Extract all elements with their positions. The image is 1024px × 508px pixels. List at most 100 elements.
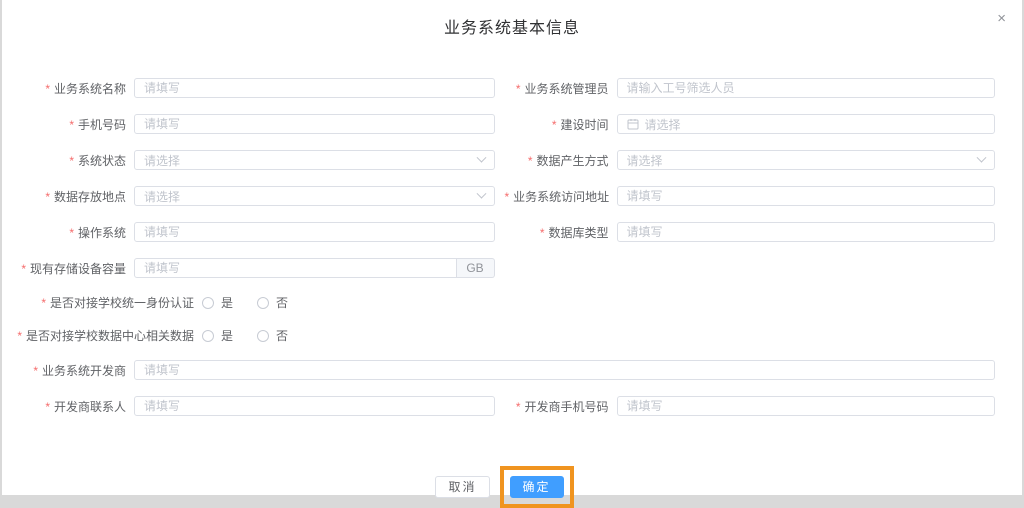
required-marker: *: [540, 226, 545, 240]
field-label: *数据产生方式: [505, 152, 617, 169]
field-label: * 手机号码: [14, 116, 134, 133]
field-label-text: 操作系统: [78, 226, 126, 240]
storage-capacity-input[interactable]: [134, 258, 457, 278]
field-label: *业务系统访问地址: [505, 188, 617, 205]
required-marker: *: [45, 82, 50, 96]
data-location-select[interactable]: 请选择: [134, 186, 495, 206]
unit-addon: GB: [457, 258, 495, 278]
field-label: * 数据存放地点: [14, 188, 134, 205]
field-label-text: 开发商手机号码: [524, 400, 608, 414]
radio-circle-icon: [257, 330, 269, 342]
field-developer-mobile: *开发商手机号码: [505, 396, 996, 416]
required-marker: *: [69, 226, 74, 240]
select-placeholder: 请选择: [144, 152, 180, 169]
developer-contact-input[interactable]: [134, 396, 495, 416]
required-marker: *: [516, 400, 521, 414]
field-label-text: 手机号码: [78, 118, 126, 132]
field-label-text: 现有存储设备容量: [30, 262, 126, 276]
required-marker: *: [528, 154, 533, 168]
mobile-input[interactable]: [134, 114, 495, 134]
field-label: *开发商手机号码: [505, 398, 617, 415]
data-center-no-radio[interactable]: 否: [257, 327, 288, 344]
form-row: *业务系统名称 *业务系统管理员: [14, 78, 995, 98]
field-label-text: 数据产生方式: [536, 154, 608, 168]
dialog-form: *业务系统名称 *业务系统管理员 *手机号码 *建设时间 请选择: [2, 46, 1022, 508]
field-storage-capacity: * 现有存储设备容量 GB: [14, 258, 505, 278]
system-status-select[interactable]: 请选择: [134, 150, 495, 170]
field-label-text: 业务系统开发商: [42, 364, 126, 378]
annotation-highlight-box: 确定: [500, 466, 574, 508]
form-row: *操作系统 *数据库类型: [14, 222, 995, 242]
field-label: *建设时间: [505, 116, 617, 133]
select-placeholder: 请选择: [144, 188, 180, 205]
required-marker: *: [552, 118, 557, 132]
field-label: *是否对接学校数据中心相关数据: [14, 327, 202, 344]
field-label: *开发商联系人: [14, 398, 134, 415]
developer-mobile-input[interactable]: [617, 396, 996, 416]
required-marker: *: [516, 82, 521, 96]
field-label-text: 业务系统访问地址: [513, 190, 609, 204]
form-row: *是否对接学校数据中心相关数据 是 否: [14, 327, 995, 344]
form-row: * 业务系统开发商: [14, 360, 995, 380]
system-name-input[interactable]: [134, 78, 495, 98]
access-address-input[interactable]: [617, 186, 996, 206]
storage-capacity-group: GB: [134, 258, 495, 278]
system-admin-input[interactable]: [617, 78, 996, 98]
required-marker: *: [21, 262, 26, 276]
chevron-down-icon: [476, 152, 486, 162]
field-label-text: 是否对接学校数据中心相关数据: [26, 329, 194, 343]
data-center-yes-radio[interactable]: 是: [202, 327, 233, 344]
field-label: *数据库类型: [505, 224, 617, 241]
required-marker: *: [33, 364, 38, 378]
form-row: *开发商联系人 *开发商手机号码: [14, 396, 995, 416]
chevron-down-icon: [476, 188, 486, 198]
form-row: * 数据存放地点 请选择 *业务系统访问地址: [14, 186, 995, 206]
required-marker: *: [45, 190, 50, 204]
form-row: * 是否对接学校统一身份认证 是 否: [14, 294, 995, 311]
field-label: * 业务系统名称: [14, 80, 134, 97]
dialog-header: 业务系统基本信息 ×: [2, 0, 1022, 46]
dialog-footer: 取消 确定: [14, 466, 995, 508]
field-data-generation: *数据产生方式 请选择: [505, 150, 996, 170]
field-label-text: 业务系统管理员: [524, 82, 608, 96]
radio-label: 否: [276, 294, 288, 311]
field-label: * 业务系统开发商: [14, 362, 134, 379]
select-placeholder: 请选择: [627, 152, 663, 169]
field-data-location: * 数据存放地点 请选择: [14, 186, 505, 206]
radio-circle-icon: [202, 330, 214, 342]
calendar-icon: [627, 118, 639, 130]
data-generation-select[interactable]: 请选择: [617, 150, 996, 170]
operating-system-input[interactable]: [134, 222, 495, 242]
required-marker: *: [69, 118, 74, 132]
field-label: * 是否对接学校统一身份认证: [14, 294, 202, 311]
field-system-admin: *业务系统管理员: [505, 78, 996, 98]
dialog-title: 业务系统基本信息: [2, 0, 1022, 38]
database-type-input[interactable]: [617, 222, 996, 242]
chevron-down-icon: [977, 152, 987, 162]
radio-circle-icon: [257, 297, 269, 309]
field-operating-system: * 操作系统: [14, 222, 505, 242]
field-label: *系统状态: [14, 152, 134, 169]
radio-label: 否: [276, 327, 288, 344]
field-developer-contact: *开发商联系人: [14, 396, 505, 416]
cancel-button[interactable]: 取消: [435, 476, 489, 498]
sso-auth-yes-radio[interactable]: 是: [202, 294, 233, 311]
radio-label: 是: [221, 294, 233, 311]
developer-input[interactable]: [134, 360, 995, 380]
datepicker-placeholder: 请选择: [645, 116, 681, 133]
sso-auth-no-radio[interactable]: 否: [257, 294, 288, 311]
field-mobile: * 手机号码: [14, 114, 505, 134]
close-icon[interactable]: ×: [997, 11, 1006, 26]
required-marker: *: [45, 400, 50, 414]
field-label-text: 是否对接学校统一身份认证: [50, 296, 194, 310]
field-label-text: 数据库类型: [548, 226, 608, 240]
confirm-button[interactable]: 确定: [510, 476, 564, 498]
field-label-text: 数据存放地点: [54, 190, 126, 204]
field-database-type: *数据库类型: [505, 222, 996, 242]
field-label: *业务系统管理员: [505, 80, 617, 97]
build-time-datepicker[interactable]: 请选择: [617, 114, 996, 134]
radio-label: 是: [221, 327, 233, 344]
field-label-text: 业务系统名称: [54, 82, 126, 96]
required-marker: *: [41, 296, 46, 310]
field-developer: * 业务系统开发商: [14, 360, 995, 380]
